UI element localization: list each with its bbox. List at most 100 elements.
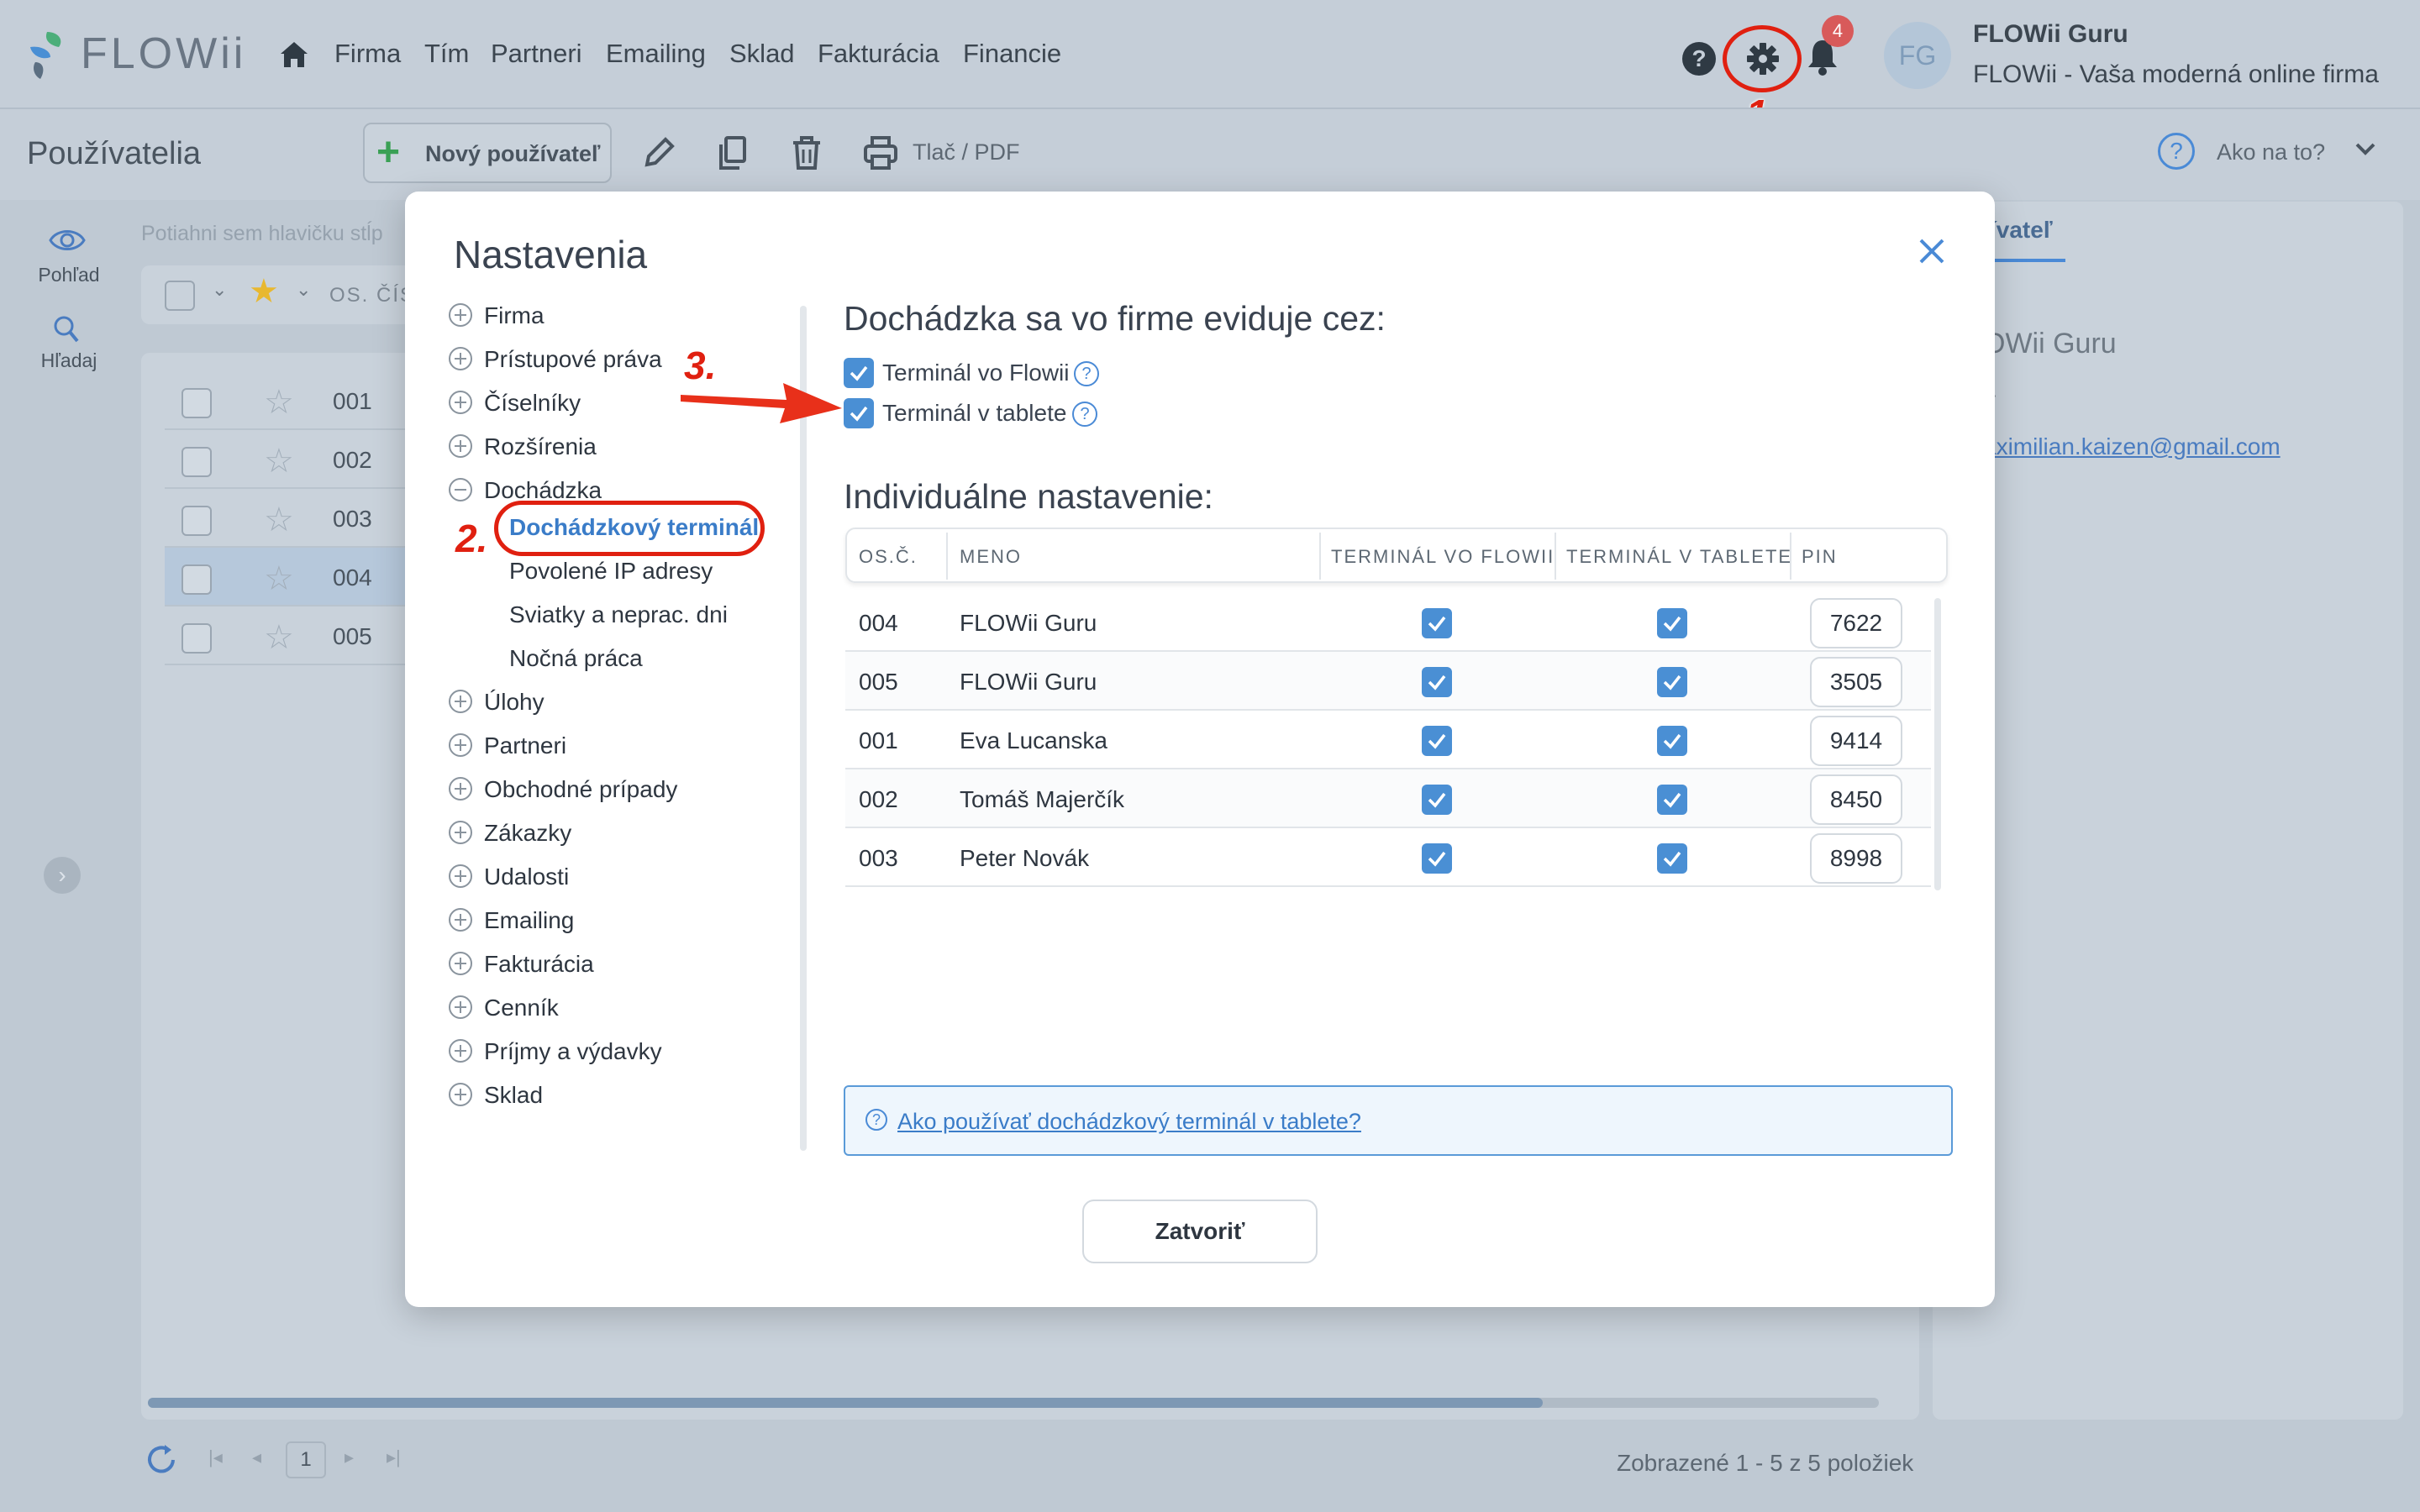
help-link-tablet-terminal[interactable]: Ako používať dochádzkový terminál v tabl… — [897, 1109, 1361, 1135]
nav-firma[interactable]: Firma — [334, 39, 401, 69]
row-flowii-checkbox[interactable] — [1422, 843, 1452, 874]
close-icon[interactable] — [1914, 234, 1949, 269]
star-icon[interactable]: ☆ — [264, 442, 294, 480]
detail-email-link[interactable]: aximilian.kaizen@gmail.com — [1983, 433, 2281, 460]
prev-page-icon[interactable]: ◂ — [252, 1446, 261, 1468]
terminal-flowii-checkbox[interactable] — [844, 358, 874, 388]
nav-sklad[interactable]: Sklad — [729, 39, 795, 69]
row-flowii-checkbox[interactable] — [1422, 726, 1452, 756]
row-flowii-checkbox[interactable] — [1422, 608, 1452, 638]
row-tablet-checkbox[interactable] — [1657, 843, 1687, 874]
col-pin[interactable]: PIN — [1802, 546, 1838, 568]
col-meno[interactable]: MENO — [960, 546, 1022, 568]
row-flowii-checkbox[interactable] — [1422, 667, 1452, 697]
first-page-icon[interactable]: |◂ — [208, 1446, 223, 1468]
tree-subitem-sviatky[interactable]: Sviatky a neprac. dni — [509, 601, 728, 628]
nav-tim[interactable]: Tím — [424, 39, 469, 69]
help-circle-icon[interactable]: ? — [1074, 361, 1099, 386]
tree-scrollbar[interactable] — [800, 306, 807, 1151]
tree-item-emailing[interactable]: Emailing — [449, 907, 574, 934]
help-circle-icon[interactable]: ? — [2158, 133, 2195, 170]
app-logo-text[interactable]: FLOWii — [81, 29, 246, 79]
user-name[interactable]: FLOWii Guru — [1973, 20, 2128, 49]
nav-partneri[interactable]: Partneri — [491, 39, 582, 69]
chevron-down-icon[interactable]: ⌄ — [296, 279, 311, 301]
nav-financie[interactable]: Financie — [963, 39, 1061, 69]
terminal-flowii-label[interactable]: Terminál vo Flowii — [882, 360, 1070, 386]
help-icon[interactable]: ? — [1682, 42, 1716, 76]
tree-item-prijmy-vydavky[interactable]: Príjmy a výdavky — [449, 1038, 662, 1065]
nav-fakturacia[interactable]: Fakturácia — [818, 39, 939, 69]
row-checkbox[interactable] — [182, 623, 212, 654]
tab-underline — [1990, 259, 2065, 262]
column-divider — [1790, 533, 1791, 580]
pin-input[interactable]: 9414 — [1810, 716, 1902, 766]
row-checkbox[interactable] — [182, 506, 212, 536]
row-checkbox[interactable] — [182, 388, 212, 418]
row-checkbox[interactable] — [182, 447, 212, 477]
tree-label: Zákazky — [484, 820, 572, 846]
refresh-icon[interactable] — [143, 1441, 180, 1478]
star-icon[interactable]: ☆ — [264, 383, 294, 422]
tab-user[interactable]: ívateľ — [1990, 217, 2053, 244]
expand-panel-button[interactable]: › — [44, 857, 81, 894]
star-filter-icon[interactable]: ★ — [249, 272, 279, 311]
close-button[interactable]: Zatvoriť — [1082, 1200, 1318, 1263]
search-icon[interactable] — [49, 314, 86, 344]
new-user-button[interactable]: + Nový používateľ — [363, 123, 612, 183]
pin-input[interactable]: 8998 — [1810, 833, 1902, 884]
home-icon[interactable] — [277, 37, 311, 71]
pin-input[interactable]: 3505 — [1810, 657, 1902, 707]
row-tablet-checkbox[interactable] — [1657, 608, 1687, 638]
table-scrollbar[interactable] — [1934, 598, 1941, 890]
nav-emailing[interactable]: Emailing — [606, 39, 706, 69]
tree-subitem-nocna-praca[interactable]: Nočná práca — [509, 645, 643, 672]
terminal-tablet-checkbox[interactable] — [844, 398, 874, 428]
rail-search-label[interactable]: Hľadaj — [30, 349, 108, 372]
tree-item-rozsirenia[interactable]: Rozšírenia — [449, 433, 597, 460]
pencil-icon[interactable] — [640, 133, 677, 173]
chevron-down-icon[interactable] — [2353, 136, 2378, 161]
tree-item-ulohy[interactable]: Úlohy — [449, 689, 544, 716]
rail-view-label[interactable]: Pohľad — [30, 264, 108, 286]
terminal-tablet-label[interactable]: Terminál v tablete — [882, 400, 1066, 427]
row-tablet-checkbox[interactable] — [1657, 785, 1687, 815]
pin-input[interactable]: 7622 — [1810, 598, 1902, 648]
col-terminal-tablet[interactable]: TERMINÁL V TABLETE — [1566, 546, 1792, 568]
tree-item-fakturacia[interactable]: Fakturácia — [449, 951, 594, 978]
tree-item-udalosti[interactable]: Udalosti — [449, 864, 569, 890]
chevron-down-icon[interactable]: ⌄ — [212, 279, 227, 301]
tree-item-partneri[interactable]: Partneri — [449, 732, 566, 759]
tree-item-ciselniky[interactable]: Číselníky — [449, 390, 581, 417]
tree-item-firma[interactable]: Firma — [449, 302, 544, 329]
trash-icon[interactable] — [788, 133, 825, 173]
row-checkbox[interactable] — [182, 564, 212, 595]
tree-subitem-povolene-ip[interactable]: Povolené IP adresy — [509, 558, 713, 585]
row-tablet-checkbox[interactable] — [1657, 726, 1687, 756]
tree-item-pristupove-prava[interactable]: Prístupové práva — [449, 346, 662, 373]
next-page-icon[interactable]: ▸ — [345, 1446, 354, 1468]
help-circle-icon[interactable]: ? — [1072, 402, 1097, 427]
print-pdf-button[interactable]: Tlač / PDF — [913, 139, 1020, 165]
printer-icon[interactable] — [862, 133, 899, 173]
tree-item-zakazky[interactable]: Zákazky — [449, 820, 571, 847]
avatar[interactable]: FG — [1884, 22, 1951, 89]
row-tablet-checkbox[interactable] — [1657, 667, 1687, 697]
star-icon[interactable]: ☆ — [264, 559, 294, 598]
pin-input[interactable]: 8450 — [1810, 774, 1902, 825]
row-flowii-checkbox[interactable] — [1422, 785, 1452, 815]
col-terminal-flowii[interactable]: TERMINÁL VO FLOWII — [1331, 546, 1555, 568]
tree-item-sklad[interactable]: Sklad — [449, 1082, 543, 1109]
tree-item-cennik[interactable]: Cenník — [449, 995, 559, 1021]
col-os-c[interactable]: OS.Č. — [859, 546, 918, 568]
howto-button[interactable]: Ako na to? — [2217, 139, 2325, 165]
copy-icon[interactable] — [714, 133, 751, 173]
horizontal-scroll-thumb[interactable] — [148, 1398, 1543, 1408]
star-icon[interactable]: ☆ — [264, 618, 294, 657]
tree-item-obchodne-pripady[interactable]: Obchodné prípady — [449, 776, 677, 803]
eye-icon[interactable] — [49, 225, 86, 255]
last-page-icon[interactable]: ▸| — [387, 1446, 401, 1468]
page-number[interactable]: 1 — [286, 1441, 326, 1478]
star-icon[interactable]: ☆ — [264, 501, 294, 539]
select-all-checkbox[interactable] — [165, 281, 195, 311]
